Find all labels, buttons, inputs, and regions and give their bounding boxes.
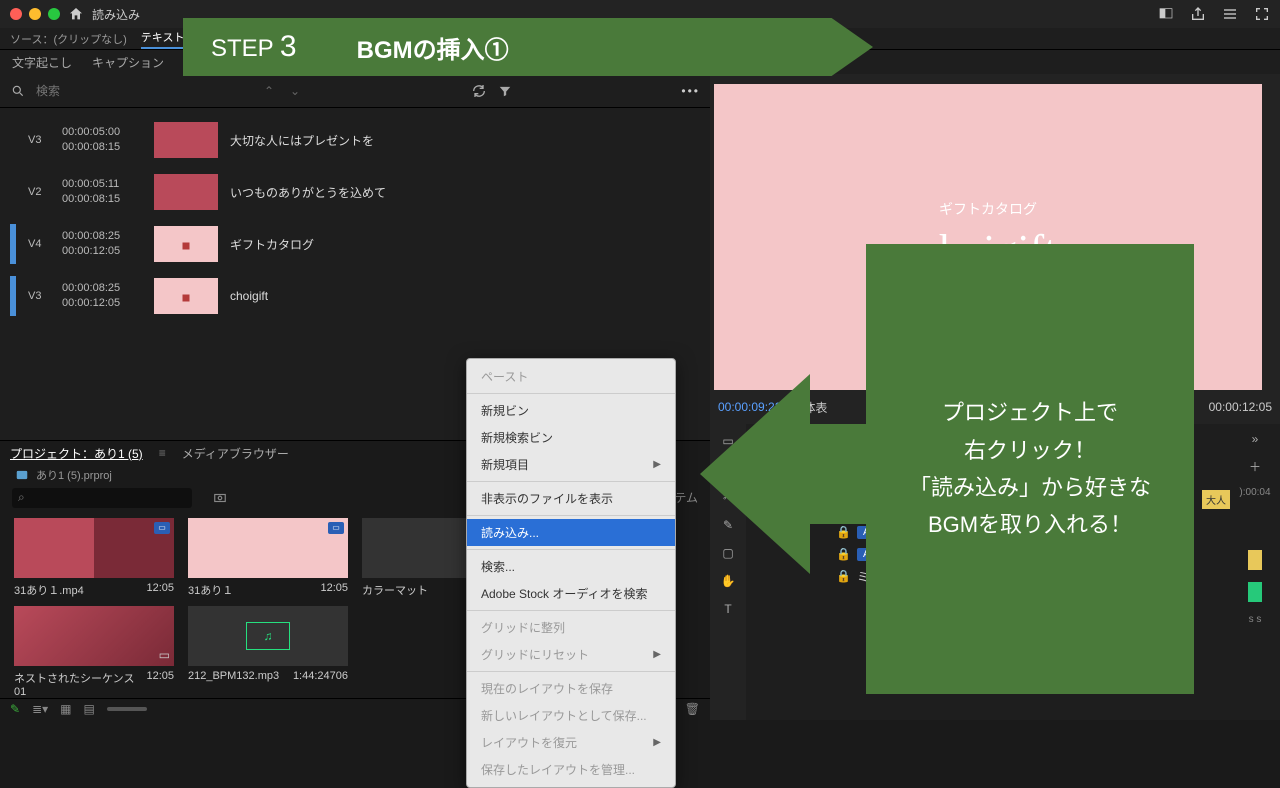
menu-new-item[interactable]: 新規項目▶ bbox=[467, 451, 675, 478]
fullscreen-icon[interactable] bbox=[1254, 6, 1270, 22]
clip-label[interactable]: 大人 bbox=[1202, 490, 1230, 509]
type-tool-icon[interactable]: T bbox=[724, 602, 731, 616]
workspace-icon[interactable] bbox=[1158, 6, 1174, 22]
freeform-view-icon[interactable]: ▤ bbox=[83, 702, 94, 716]
chevrons-icon[interactable]: » bbox=[1252, 432, 1259, 446]
audio-waveform-icon: ♫ bbox=[246, 622, 290, 650]
refresh-icon[interactable] bbox=[471, 83, 487, 99]
minimize-window-icon[interactable] bbox=[29, 8, 41, 20]
menu-new-bin[interactable]: 新規ビン bbox=[467, 397, 675, 424]
menu-align-grid: グリッドに整列 bbox=[467, 614, 675, 641]
hand-tool-icon[interactable]: ✋ bbox=[721, 574, 736, 588]
project-icon bbox=[14, 467, 30, 483]
zoom-slider[interactable] bbox=[107, 707, 147, 711]
menu-manage-layout: 保存したレイアウトを管理... bbox=[467, 756, 675, 783]
tab-transcribe[interactable]: 文字起こし bbox=[12, 54, 72, 71]
share-icon[interactable] bbox=[1190, 6, 1206, 22]
search-icon[interactable] bbox=[10, 83, 26, 99]
menu-stock-audio[interactable]: Adobe Stock オーディオを検索 bbox=[467, 580, 675, 607]
tab-project[interactable]: プロジェクト：あり1 (5) bbox=[10, 445, 143, 462]
chevron-down-icon[interactable]: ⌄ bbox=[287, 83, 303, 99]
video-badge-icon: ▭ bbox=[154, 522, 170, 534]
project-search-input[interactable]: ⌕ bbox=[12, 488, 192, 508]
timeline-clip[interactable] bbox=[1248, 582, 1262, 602]
menu-icon[interactable] bbox=[1222, 6, 1238, 22]
project-item[interactable]: ♫ 212_BPM132.mp31:44:24706 bbox=[188, 606, 348, 698]
menu-save-layout-as: 新しいレイアウトとして保存... bbox=[467, 702, 675, 729]
new-bin-icon[interactable] bbox=[212, 490, 228, 506]
arrow-left-icon bbox=[700, 374, 870, 574]
filter-icon[interactable] bbox=[497, 83, 513, 99]
add-track-icon[interactable]: ＋ bbox=[1249, 458, 1261, 475]
menu-import[interactable]: 読み込み... bbox=[467, 519, 675, 546]
menu-paste: ペースト bbox=[467, 363, 675, 390]
clip-thumbnail bbox=[154, 226, 218, 262]
timeline-clip[interactable] bbox=[1248, 550, 1262, 570]
context-menu: ペースト 新規ビン 新規検索ビン 新規項目▶ 非表示のファイルを表示 読み込み.… bbox=[466, 358, 676, 788]
trash-icon[interactable]: 🗑 bbox=[685, 702, 700, 716]
step-title: BGMの挿入① bbox=[357, 30, 509, 65]
clip-row[interactable]: V3 00:00:08:2500:00:12:05 choigift bbox=[10, 270, 700, 322]
tab-text[interactable]: テキスト bbox=[141, 29, 185, 49]
menu-restore-layout: レイアウトを復元▶ bbox=[467, 729, 675, 756]
menu-save-layout: 現在のレイアウトを保存 bbox=[467, 675, 675, 702]
icon-view-icon[interactable]: ▦ bbox=[60, 702, 71, 716]
project-filename: あり1 (5).prproj bbox=[36, 467, 112, 483]
project-item[interactable]: ▭ 31あり１.mp412:05 bbox=[14, 518, 174, 598]
clip-row[interactable]: V2 00:00:05:1100:00:08:15 いつものありがとうを込めて bbox=[10, 166, 700, 218]
search-input[interactable] bbox=[36, 84, 191, 98]
menu-search[interactable]: 検索... bbox=[467, 553, 675, 580]
more-icon[interactable]: ••• bbox=[681, 84, 700, 98]
home-icon[interactable] bbox=[68, 6, 84, 22]
pencil-icon[interactable]: ✎ bbox=[10, 702, 20, 716]
sequence-badge-icon: ▭ bbox=[159, 648, 170, 662]
callout: プロジェクト上で 右クリック！ 「読み込み」から好きな BGMを取り入れる！ bbox=[866, 244, 1194, 694]
menu-show-hidden[interactable]: 非表示のファイルを表示 bbox=[467, 485, 675, 512]
tab-caption[interactable]: キャプション bbox=[92, 54, 164, 71]
chevron-up-icon[interactable]: ⌃ bbox=[261, 83, 277, 99]
tab-media-browser[interactable]: メディアブラウザー bbox=[182, 445, 289, 462]
clip-thumbnail bbox=[154, 174, 218, 210]
sequence-badge-icon: ▭ bbox=[328, 522, 344, 534]
duration-display: 00:00:12:05 bbox=[1209, 400, 1272, 414]
app-title: 読み込み bbox=[92, 6, 140, 23]
canvas-subtitle: ギフトカタログ bbox=[939, 199, 1037, 219]
text-search-bar: ⌃ ⌄ ••• bbox=[0, 74, 710, 108]
ruler-label: ):00:04 bbox=[1239, 487, 1270, 498]
project-item[interactable]: ▭ ネストされたシーケンス 0112:05 bbox=[14, 606, 174, 698]
clip-thumbnail bbox=[154, 278, 218, 314]
close-window-icon[interactable] bbox=[10, 8, 22, 20]
clip-row[interactable]: V3 00:00:05:0000:00:08:15 大切な人にはプレゼントを bbox=[10, 114, 700, 166]
project-item[interactable]: ▭ 31あり１12:05 bbox=[188, 518, 348, 598]
source-label: ソース：(クリップなし) bbox=[10, 31, 127, 47]
menu-reset-grid: グリッドにリセット▶ bbox=[467, 641, 675, 668]
step-banner: STEP 3 BGMの挿入① bbox=[183, 18, 873, 76]
window-controls bbox=[10, 8, 60, 20]
maximize-window-icon[interactable] bbox=[48, 8, 60, 20]
list-view-icon[interactable]: ≣▾ bbox=[32, 702, 48, 716]
menu-new-search-bin[interactable]: 新規検索ビン bbox=[467, 424, 675, 451]
clip-row[interactable]: V4 00:00:08:2500:00:12:05 ギフトカタログ bbox=[10, 218, 700, 270]
clip-thumbnail bbox=[154, 122, 218, 158]
